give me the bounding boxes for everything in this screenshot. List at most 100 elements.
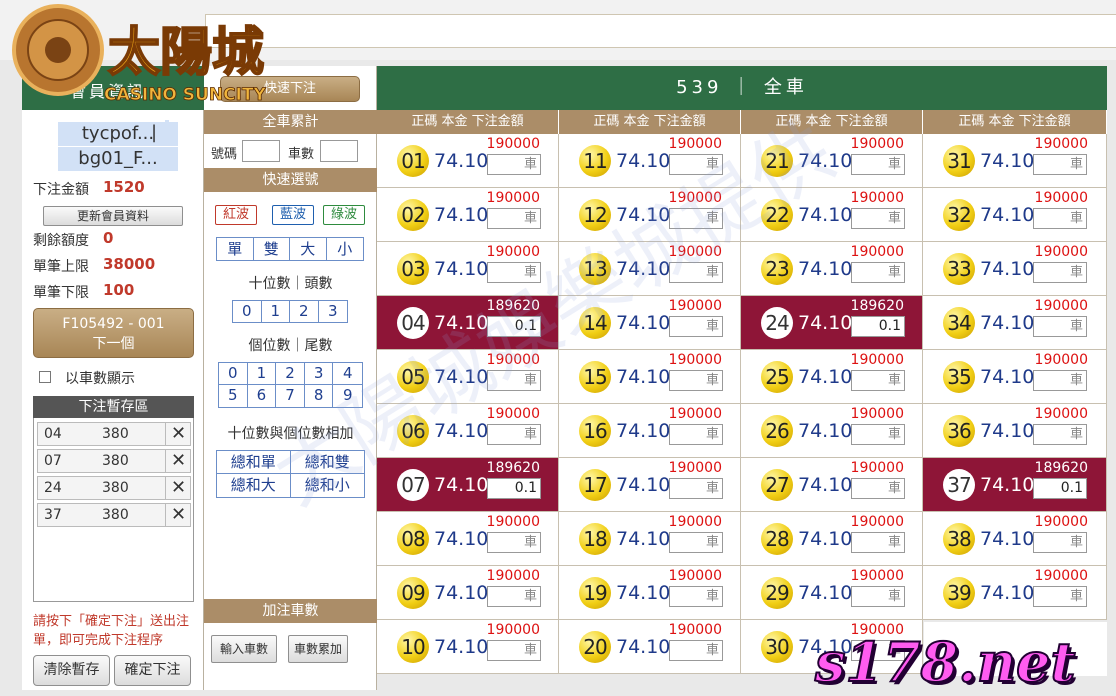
bet-amount-input[interactable]: 0.1	[487, 478, 541, 499]
number-cell[interactable]: 26 74.10 190000 車	[741, 404, 923, 458]
number-cell[interactable]: 21 74.10 190000 車	[741, 134, 923, 188]
tens-3-button[interactable]: 3	[318, 301, 347, 322]
number-cell[interactable]: 25 74.10 190000 車	[741, 350, 923, 404]
sum-odd-button[interactable]: 總和單	[217, 451, 291, 473]
bet-amount-input[interactable]: 車	[1033, 532, 1087, 553]
units-0-button[interactable]: 0	[219, 363, 248, 384]
tens-1-button[interactable]: 1	[261, 301, 290, 322]
number-cell[interactable]: 20 74.10 190000 車	[559, 620, 741, 674]
number-cell[interactable]: 01 74.10 190000 車	[377, 134, 559, 188]
odd-button[interactable]: 單	[217, 238, 254, 260]
bet-amount-input[interactable]: 車	[1033, 586, 1087, 607]
number-cell[interactable]: 06 74.10 190000 車	[377, 404, 559, 458]
car-count-input[interactable]	[320, 140, 358, 162]
units-4-button[interactable]: 4	[333, 363, 363, 384]
number-cell[interactable]: 24 74.10 189620 0.1	[741, 296, 923, 350]
confirm-bet-button[interactable]: 確定下注	[114, 655, 191, 686]
number-input[interactable]	[242, 140, 280, 162]
number-cell[interactable]: 08 74.10 190000 車	[377, 512, 559, 566]
sum-even-button[interactable]: 總和雙	[290, 451, 364, 473]
number-cell[interactable]: 38 74.10 190000 車	[923, 512, 1107, 566]
units-2-button[interactable]: 2	[276, 363, 305, 384]
bet-amount-input[interactable]: 0.1	[487, 316, 541, 337]
number-cell[interactable]: 04 74.10 189620 0.1	[377, 296, 559, 350]
bet-amount-input[interactable]: 車	[851, 532, 905, 553]
small-button[interactable]: 小	[326, 238, 363, 260]
number-cell[interactable]: 39 74.10 190000 車	[923, 566, 1107, 620]
refresh-member-button[interactable]: 更新會員資料	[43, 206, 183, 226]
bet-amount-input[interactable]: 車	[669, 532, 723, 553]
bet-amount-input[interactable]: 車	[851, 424, 905, 445]
number-cell[interactable]: 28 74.10 190000 車	[741, 512, 923, 566]
bet-amount-input[interactable]: 車	[487, 154, 541, 175]
bet-amount-input[interactable]: 車	[1033, 370, 1087, 391]
bet-amount-input[interactable]: 車	[487, 586, 541, 607]
bet-amount-input[interactable]: 車	[669, 316, 723, 337]
units-6-button[interactable]: 6	[247, 385, 277, 407]
number-cell[interactable]: 02 74.10 190000 車	[377, 188, 559, 242]
bet-amount-input[interactable]: 車	[487, 262, 541, 283]
bet-amount-input[interactable]: 車	[669, 262, 723, 283]
number-cell[interactable]: 12 74.10 190000 車	[559, 188, 741, 242]
number-cell[interactable]: 33 74.10 190000 車	[923, 242, 1107, 296]
red-wave-button[interactable]: 紅波	[215, 205, 257, 225]
number-cell[interactable]: 13 74.10 190000 車	[559, 242, 741, 296]
number-cell[interactable]: 10 74.10 190000 車	[377, 620, 559, 674]
units-5-button[interactable]: 5	[219, 385, 248, 407]
sum-small-button[interactable]: 總和小	[290, 474, 364, 497]
number-cell[interactable]: 16 74.10 190000 車	[559, 404, 741, 458]
number-cell[interactable]: 37 74.10 189620 0.1	[923, 458, 1107, 512]
even-button[interactable]: 雙	[253, 238, 290, 260]
units-1-button[interactable]: 1	[247, 363, 277, 384]
number-cell[interactable]: 29 74.10 190000 車	[741, 566, 923, 620]
units-7-button[interactable]: 7	[276, 385, 305, 407]
green-wave-button[interactable]: 綠波	[323, 205, 365, 225]
bet-amount-input[interactable]: 車	[487, 208, 541, 229]
remove-icon[interactable]: ✕	[165, 423, 191, 445]
bet-amount-input[interactable]: 0.1	[851, 316, 905, 337]
number-cell[interactable]: 35 74.10 190000 車	[923, 350, 1107, 404]
number-cell[interactable]: 27 74.10 190000 車	[741, 458, 923, 512]
big-button[interactable]: 大	[290, 238, 327, 260]
bet-amount-input[interactable]: 車	[669, 154, 723, 175]
remove-icon[interactable]: ✕	[165, 504, 191, 526]
bet-amount-input[interactable]: 車	[1033, 154, 1087, 175]
number-cell[interactable]: 18 74.10 190000 車	[559, 512, 741, 566]
units-8-button[interactable]: 8	[304, 385, 334, 407]
number-cell[interactable]: 07 74.10 189620 0.1	[377, 458, 559, 512]
number-cell[interactable]: 15 74.10 190000 車	[559, 350, 741, 404]
bet-amount-input[interactable]: 車	[487, 532, 541, 553]
blue-wave-button[interactable]: 藍波	[272, 205, 314, 225]
bet-amount-input[interactable]: 車	[669, 208, 723, 229]
bet-amount-input[interactable]: 車	[669, 640, 723, 661]
number-cell[interactable]: 32 74.10 190000 車	[923, 188, 1107, 242]
number-cell[interactable]: 11 74.10 190000 車	[559, 134, 741, 188]
bet-amount-input[interactable]: 車	[851, 262, 905, 283]
bet-amount-input[interactable]: 0.1	[1033, 478, 1087, 499]
units-3-button[interactable]: 3	[304, 363, 334, 384]
accumulate-car-button[interactable]: 車數累加	[288, 635, 348, 663]
bet-amount-input[interactable]: 車	[1033, 316, 1087, 337]
input-car-button[interactable]: 輸入車數	[211, 635, 277, 663]
number-cell[interactable]: 23 74.10 190000 車	[741, 242, 923, 296]
number-cell[interactable]: 17 74.10 190000 車	[559, 458, 741, 512]
tens-0-button[interactable]: 0	[233, 301, 262, 322]
bet-amount-input[interactable]: 車	[851, 370, 905, 391]
bet-amount-input[interactable]: 車	[851, 586, 905, 607]
number-cell[interactable]: 31 74.10 190000 車	[923, 134, 1107, 188]
number-cell[interactable]: 14 74.10 190000 車	[559, 296, 741, 350]
bet-amount-input[interactable]: 車	[669, 370, 723, 391]
number-cell[interactable]: 09 74.10 190000 車	[377, 566, 559, 620]
units-9-button[interactable]: 9	[333, 385, 363, 407]
top-input-area[interactable]	[205, 14, 1116, 48]
bet-amount-input[interactable]: 車	[669, 424, 723, 445]
next-order-button[interactable]: F105492 - 001 下一個	[33, 308, 194, 358]
remove-icon[interactable]: ✕	[165, 477, 191, 499]
sum-big-button[interactable]: 總和大	[217, 474, 291, 497]
bet-amount-input[interactable]: 車	[851, 154, 905, 175]
bet-amount-input[interactable]: 車	[1033, 262, 1087, 283]
bet-amount-input[interactable]: 車	[669, 586, 723, 607]
bet-amount-input[interactable]: 車	[669, 478, 723, 499]
number-cell[interactable]: 19 74.10 190000 車	[559, 566, 741, 620]
bet-amount-input[interactable]: 車	[487, 424, 541, 445]
